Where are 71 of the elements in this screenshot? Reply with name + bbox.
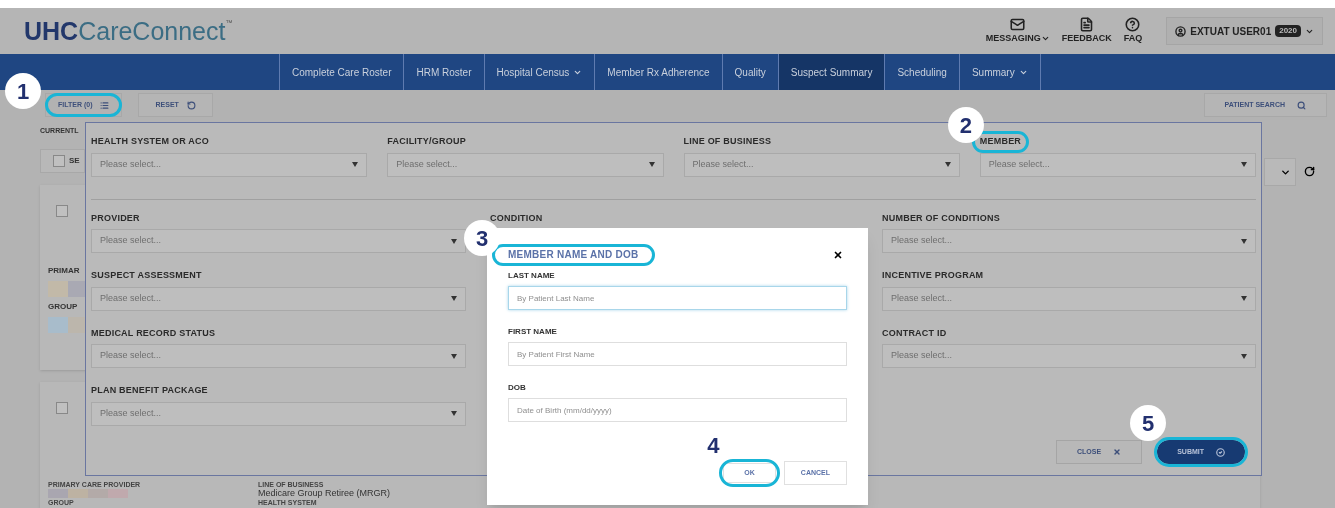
select-field[interactable]: Please select... (91, 344, 466, 368)
search-icon (1297, 100, 1306, 110)
field-label: PRIMAR (48, 264, 80, 277)
field-label: PLAN BENEFIT PACKAGE (91, 384, 208, 397)
close-icon (1113, 448, 1122, 456)
field-label: FIRST NAME (508, 326, 558, 338)
field-label: LAST NAME (508, 270, 556, 282)
field-label: CONTRACT ID (882, 326, 947, 340)
blurred-block (68, 280, 88, 297)
caret-icon (352, 162, 359, 167)
caret-icon (1241, 238, 1247, 244)
caret-icon (944, 162, 951, 167)
field-label: MEDICAL RECORD STATUS (91, 326, 216, 340)
select-field[interactable]: Please select... (882, 344, 1256, 368)
user-icon (1175, 25, 1187, 37)
field-label: SUSPECT ASSESSMENT (91, 269, 202, 282)
select-field[interactable]: Please select... (91, 229, 466, 253)
field-label: PROVIDER (91, 211, 140, 225)
refresh-icon[interactable] (1304, 166, 1315, 177)
callout-number: 5 (1130, 405, 1167, 441)
document-icon (1079, 16, 1095, 32)
mail-icon (1010, 16, 1026, 32)
checkbox[interactable] (56, 401, 68, 414)
caret-icon (1241, 162, 1247, 167)
field-label: NUMBER OF CONDITIONS (882, 211, 1000, 225)
sort-select[interactable] (1264, 158, 1296, 186)
chevron-icon (1040, 34, 1050, 43)
select-field[interactable]: Please select... (91, 286, 466, 311)
checkbox[interactable] (53, 154, 65, 167)
select-field[interactable]: Please select... (882, 286, 1256, 311)
caret-icon (451, 353, 457, 359)
field-label: DOB (508, 382, 527, 394)
select-all-bar[interactable]: SE (40, 148, 85, 173)
caret-icon (648, 162, 655, 167)
checkbox[interactable] (56, 204, 68, 217)
nav-tab[interactable]: Suspect Summary (777, 54, 885, 90)
field-label: LINE OF BUSINESS (683, 135, 772, 148)
utility-link[interactable]: MESSAGING (985, 16, 1050, 46)
text-input[interactable]: Date of Birth (mm/dd/yyyy) (508, 398, 847, 422)
blurred-block (48, 316, 68, 333)
blurred-block (48, 280, 68, 297)
select-field[interactable]: Please select... (683, 152, 960, 177)
field-label: GROUP (48, 300, 78, 313)
blurred-block (68, 316, 88, 333)
select-field[interactable]: Please select... (979, 152, 1256, 177)
caret-icon (1241, 353, 1247, 359)
field-value: Medicare Group Retiree (MRGR) (258, 488, 392, 498)
field-label: FACILITY/GROUP (387, 135, 466, 148)
utility-link[interactable]: FAQ (1123, 16, 1143, 46)
modal-title: MEMBER NAME AND DOB (508, 250, 639, 260)
select-field[interactable]: Please select... (91, 401, 466, 426)
utility-link[interactable]: FEEDBACK (1061, 16, 1112, 46)
field-label: INCENTIVE PROGRAM (882, 269, 984, 282)
text-input[interactable]: By Patient Last Name (508, 286, 847, 310)
select-field[interactable]: Please select... (882, 229, 1256, 253)
list-icon (100, 100, 110, 110)
field-label: HEALTH SYSTEM OR ACO (91, 135, 209, 148)
caret-icon (1241, 296, 1247, 301)
text-input[interactable]: By Patient First Name (508, 342, 847, 366)
caret-icon (451, 296, 457, 301)
reset-icon (186, 100, 196, 110)
close-icon[interactable] (833, 250, 843, 260)
callout-number: 1 (5, 73, 41, 109)
user-menu[interactable]: EXTUAT USER01 2020 (1166, 17, 1323, 45)
caret-icon (451, 411, 457, 416)
caret-icon (451, 238, 457, 244)
year-badge: 2020 (1275, 25, 1301, 37)
select-field[interactable]: Please select... (91, 152, 368, 177)
check-icon (1216, 447, 1225, 457)
help-icon (1125, 16, 1141, 32)
select-field[interactable]: Please select... (387, 152, 664, 177)
